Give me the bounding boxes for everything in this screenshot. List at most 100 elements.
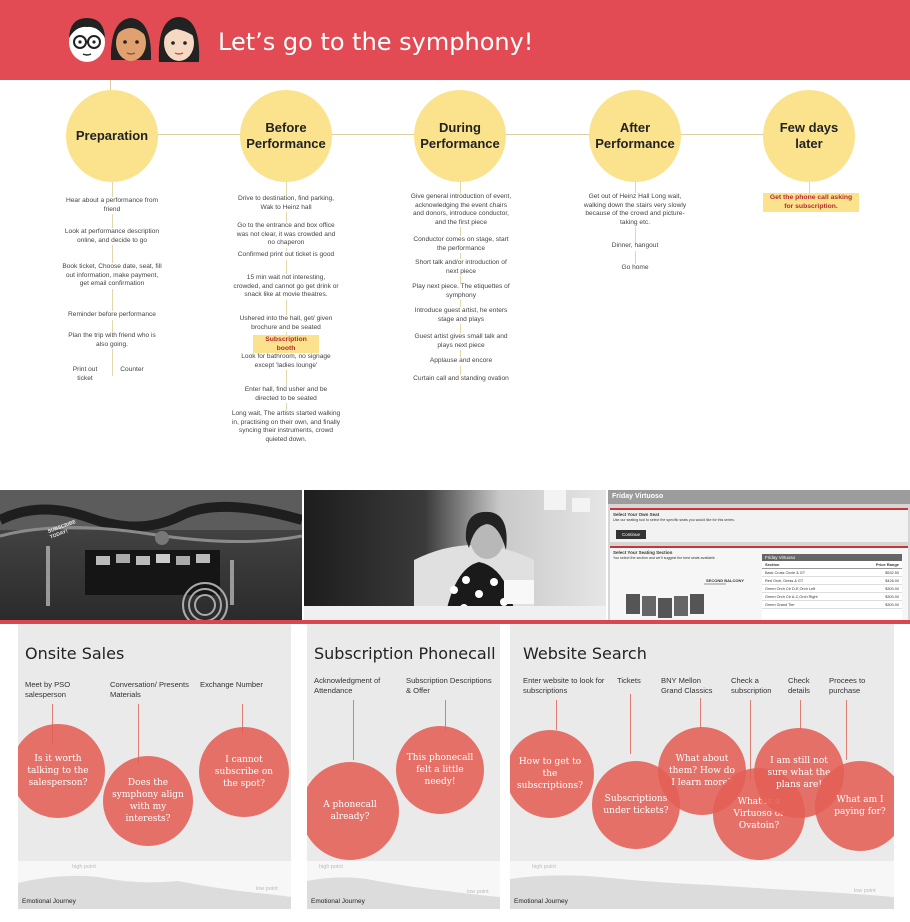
panel-title: Subscription Phonecall (314, 644, 496, 663)
prep-step: Look at performance description online, … (62, 228, 162, 246)
during-step: Play next piece. The etiquettes of symph… (410, 283, 512, 301)
price-row-section: Red Orch, Dress & GT (765, 578, 804, 583)
phase-after-performance: After Performance (589, 90, 681, 182)
high-point-label: high point (319, 864, 343, 870)
touchpoint-line (138, 704, 139, 764)
touchpoint-label: Check details (788, 676, 810, 695)
price-row-price: $300.00 (885, 594, 899, 599)
touchpoint-label: Acknowledgment of Attendance (314, 676, 381, 695)
touchpoint-label: Meet by PSO salesperson (25, 680, 71, 699)
touchpoint-line (630, 694, 631, 754)
price-row[interactable]: Red Orch, Dress & GT $426.00 (762, 577, 902, 585)
during-step: Applause and encore (410, 357, 512, 366)
touchpoint-line (700, 698, 701, 728)
pain-point-bubble: This phonecall felt a little needy! (396, 726, 484, 814)
before-step: Look for bathroom, no signage except 'la… (233, 353, 339, 371)
phonecall-photo (304, 490, 606, 622)
seating-section: Select Your Seating Section You select t… (610, 546, 908, 622)
price-table-title: Friday Virtuoso (762, 554, 902, 561)
onsite-booth-photo: SUBSCRIBE TODAY! (0, 490, 302, 622)
during-step: Conductor comes on stage, start the perf… (410, 236, 512, 254)
price-row[interactable]: Back Cross Circle & GT $532.50 (762, 569, 902, 577)
price-row-price: $300.00 (885, 586, 899, 591)
subscription-booth-highlight: Subscription booth (253, 335, 319, 355)
before-step: Drive to destination, find parking, Wak … (233, 195, 339, 213)
touchpoint-line (800, 700, 801, 730)
high-point-label: high point (532, 864, 556, 870)
touchpoint-label: Exchange Number (200, 680, 263, 689)
price-table: Friday Virtuoso Section Price Range Back… (762, 554, 902, 620)
after-step: Go home (583, 264, 687, 273)
persona-avatar-tan-icon (110, 18, 152, 61)
before-step: Enter hall, find usher and be directed t… (233, 386, 339, 404)
pain-point-bubble: Is it worth talking to the salesperson? (18, 724, 105, 818)
prep-step: Plan the trip with friend who is also go… (62, 332, 162, 350)
photo-strip: SUBSCRIBE TODAY! Friday Virtuoso Select … (0, 490, 910, 622)
website-screenshot-photo: Friday Virtuoso Select Your Own Seat Use… (608, 490, 910, 622)
before-step: Long wait, The artists started walking i… (228, 410, 344, 445)
second-balcony-label: SECOND BALCONY (706, 578, 745, 583)
touchpoint-label: Procees to purchase (829, 676, 866, 695)
price-row-section: Green Orch Ctr A-C,Orch Right (765, 594, 818, 599)
high-point-label: high point (72, 864, 96, 870)
pain-point-bubble: Does the symphony align with my interest… (103, 756, 193, 846)
pain-point-bubble: How to get to the subscriptions? (510, 730, 594, 818)
continue-button[interactable]: Continue (616, 530, 647, 539)
prep-step: Book ticket, Choose date, seat, fill out… (62, 263, 162, 289)
price-row[interactable]: Green Orch Ctr D-E,Orch Left $300.00 (762, 585, 902, 593)
persona-avatar-fair-icon (158, 17, 200, 62)
phase-before-performance: Before Performance (240, 90, 332, 182)
prep-step-print: Print out ticket (66, 366, 104, 384)
touchpoint-line (846, 700, 847, 760)
price-row-section: Green Orch Ctr D-E,Orch Left (765, 586, 816, 591)
col-price: Price Range (875, 562, 899, 567)
prep-step-counter: Counter (114, 366, 150, 375)
touchpoint-label: Enter website to look for subscriptions (523, 676, 605, 695)
phase-preparation: Preparation (66, 90, 158, 182)
after-step: Get out of Heinz Hall Long wait, walking… (583, 193, 687, 228)
page-title: Let’s go to the symphony! (218, 28, 534, 56)
after-step: Dinner, hangout (583, 242, 687, 251)
emotional-journey-label: Emotional Journey (22, 898, 76, 905)
touchpoint-label: Subscription Descriptions & Offer (406, 676, 492, 695)
pain-point-bubble: What am I paying for? (815, 761, 894, 851)
prep-step: Hear about a performance from friend (62, 197, 162, 215)
onsite-sales-panel: Onsite Sales Meet by PSO salesperson Con… (18, 624, 291, 909)
panel-title: Onsite Sales (25, 644, 125, 663)
emotional-journey-label: Emotional Journey (311, 898, 365, 905)
phase-few-days-later: Few days later (763, 90, 855, 182)
header-banner: Let’s go to the symphony! (0, 0, 910, 80)
before-step: 15 min wait not interesting, crowded, an… (233, 274, 339, 300)
phone-call-highlight: Get the phone call asking for subscripti… (763, 193, 859, 213)
low-point-label: low point (256, 886, 278, 892)
emotional-journey-label: Emotional Journey (514, 898, 568, 905)
low-point-label: low point (854, 888, 876, 894)
low-point-label: low point (467, 889, 489, 895)
seating-map-icon (626, 583, 726, 618)
touchpoint-line (556, 700, 557, 730)
price-row[interactable]: Green Orch Ctr A-C,Orch Right $300.00 (762, 593, 902, 601)
price-row-section: Green Grand Tier (765, 602, 795, 607)
touchpoint-line (353, 700, 354, 760)
during-step: Short talk and/or introduction of next p… (410, 259, 512, 277)
during-step: Curtain call and standing ovation (410, 375, 512, 384)
website-search-panel: Website Search Enter website to look for… (510, 624, 894, 909)
seat-section: Select Your Own Seat Use our seating too… (610, 508, 908, 542)
during-step: Introduce guest artist, he enters stage … (410, 307, 512, 325)
seat-text: Use our seating tool to select the speci… (613, 518, 735, 522)
seat-title: Select Your Own Seat (613, 512, 660, 517)
col-section: Section (765, 562, 780, 567)
pain-point-bubble: A phonecall already? (307, 762, 399, 860)
during-step: Give general introduction of event, ackn… (410, 193, 512, 228)
before-step: Confirmed print out ticket is good (233, 251, 339, 260)
touchpoint-label: Tickets (617, 676, 641, 685)
during-step: Guest artist gives small talk and plays … (410, 333, 512, 351)
price-row-section: Back Cross Circle & GT (765, 570, 806, 575)
pain-point-bubble: I cannot subscribe on the spot? (199, 727, 289, 817)
price-row[interactable]: Green Grand Tier $300.00 (762, 601, 902, 609)
panel-title: Website Search (523, 644, 647, 663)
persona-avatar-glasses-icon (69, 18, 105, 62)
touchpoint-label: Check a subscription (731, 676, 772, 695)
touchpoint-label: Conversation/ Presents Materials (110, 680, 189, 699)
phase-during-performance: During Performance (414, 90, 506, 182)
